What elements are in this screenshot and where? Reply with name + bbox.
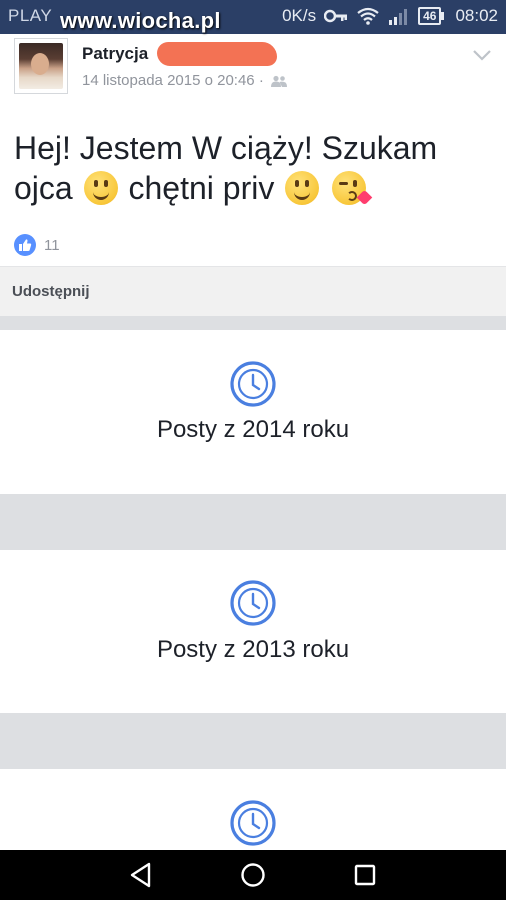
section-divider [0,494,506,550]
clock-icon [230,580,276,626]
post-timestamp[interactable]: 14 listopada 2015 o 20:46 · [82,72,288,89]
kiss-emoji-icon [332,171,373,206]
share-bar: Udostępnij [0,266,506,316]
recent-apps-icon[interactable] [354,864,376,886]
redaction-mark [157,42,277,66]
author-name[interactable]: Patrycja [82,44,148,64]
status-bar: PLAY www.wiocha.pl 0K/s 46 08:02 [0,0,506,34]
year-card-title: Posty z 2013 roku [156,636,350,663]
back-icon[interactable] [128,862,154,888]
message-line-1: Hej! Jestem W ciąży! Szukam [14,130,438,166]
reactions-summary[interactable]: 11 [14,234,60,256]
key-icon [324,9,348,23]
post-header: Patrycja 14 listopada 2015 o 20:46 · [0,34,506,106]
smile-emoji-icon [285,171,320,205]
navigation-bar [0,850,506,900]
post-message: Hej! Jestem W ciąży! Szukam ojca chętni … [14,128,484,208]
section-divider [0,316,506,330]
share-button[interactable]: Udostępnij [12,283,90,300]
smile-emoji-icon [83,171,118,205]
watermark: www.wiocha.pl [60,8,221,33]
message-line-2a: ojca [14,170,73,206]
like-count: 11 [44,236,60,254]
year-card-next[interactable] [0,769,506,850]
clock-icon [230,800,276,846]
message-line-2b: chętni priv [128,170,275,206]
network-speed: 0K/s [282,6,317,25]
year-card-2013[interactable]: Posty z 2013 roku [0,550,506,713]
battery-icon: 46 [418,7,445,25]
like-icon [14,234,36,256]
avatar-photo [19,43,63,89]
clock-time: 08:02 [455,6,498,25]
carrier-name: PLAY [8,6,53,25]
wifi-icon [357,7,379,25]
avatar[interactable] [14,38,68,94]
home-icon[interactable] [240,862,266,888]
timestamp-text: 14 listopada 2015 o 20:46 · [82,72,264,89]
year-card-title: Posty z 2014 roku [156,416,350,443]
status-indicators: 0K/s 46 08:02 [282,6,498,26]
chevron-down-icon[interactable] [472,48,492,62]
audience-icon [270,75,287,88]
section-divider [0,713,506,769]
clock-icon [230,361,276,407]
avatar-face [31,53,49,75]
signal-icon [389,9,408,25]
year-card-2014[interactable]: Posty z 2014 roku [0,330,506,494]
